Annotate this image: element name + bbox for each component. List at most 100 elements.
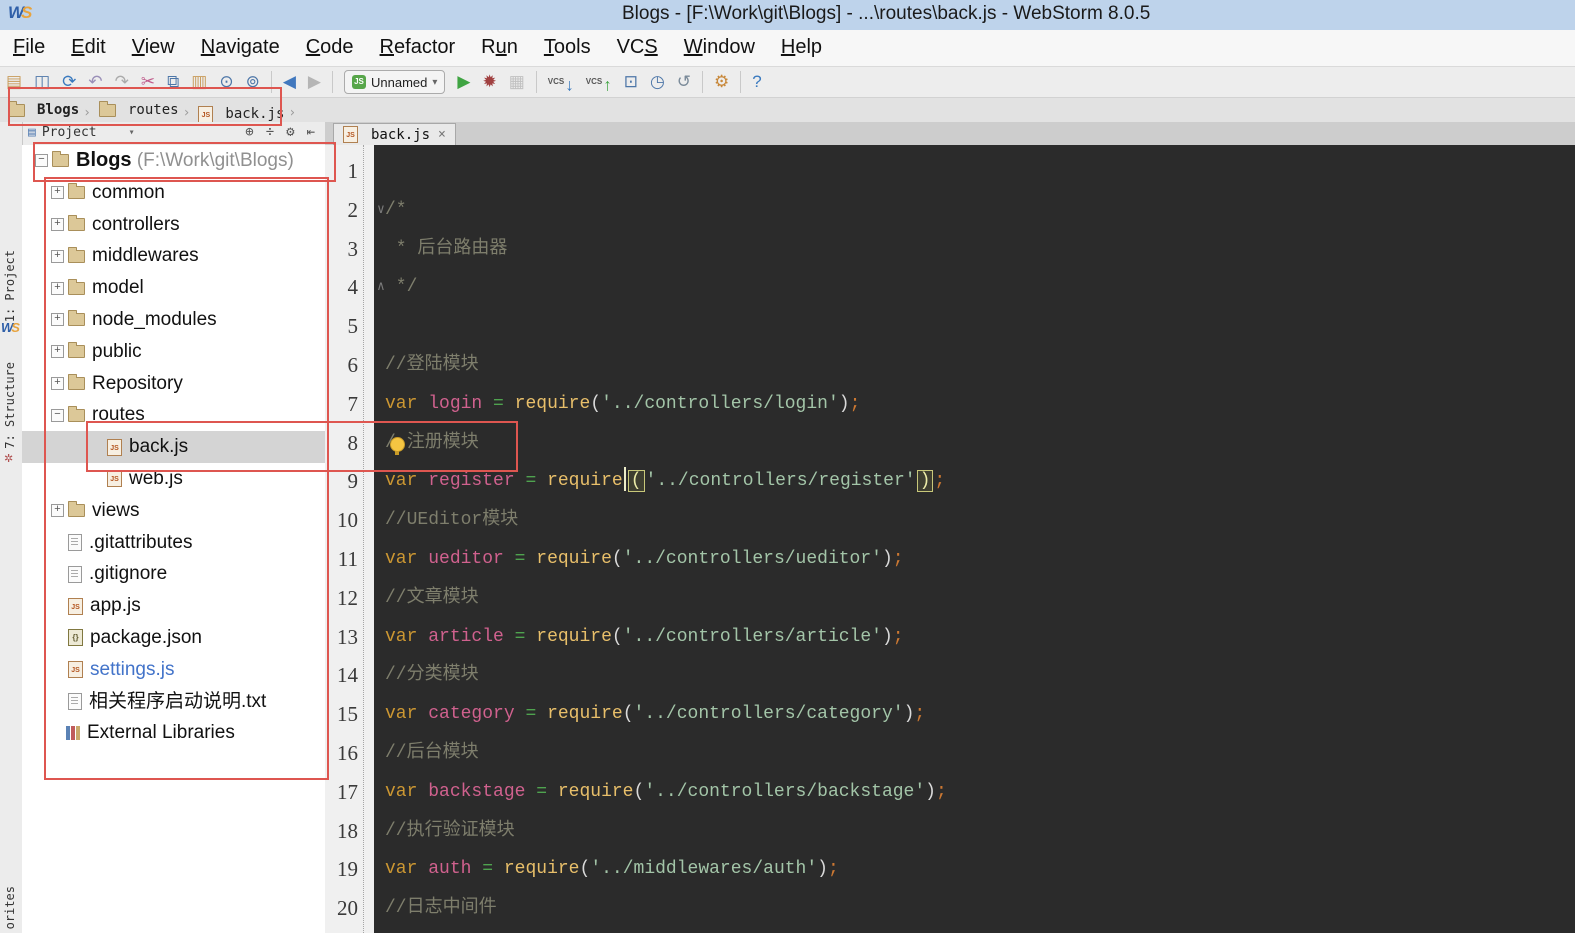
changes-icon[interactable]: ⊡ [618, 67, 644, 96]
folder-icon [68, 342, 85, 359]
tree-item-routes[interactable]: − routes [22, 399, 325, 431]
vcs-update-icon[interactable]: VCS↓ [542, 67, 580, 100]
tree-item-external-libraries[interactable]: External Libraries [22, 717, 325, 749]
project-panel-title[interactable]: ▤ Project ▾ [28, 125, 135, 140]
tree-item-settings.js[interactable]: JS settings.js [22, 654, 325, 686]
file-icon [68, 565, 82, 583]
hide-panel-icon[interactable]: ⇤ [301, 124, 321, 140]
tree-item-path: (F:\Work\git\Blogs) [131, 150, 294, 171]
copy-icon[interactable]: ⧉ [161, 67, 185, 96]
tree-item-public[interactable]: + public [22, 336, 325, 368]
run-configuration-select[interactable]: JS Unnamed ▾ [343, 70, 446, 94]
code-line: //文章模块 [385, 587, 479, 608]
collapse-all-icon[interactable]: ÷ [260, 124, 280, 140]
expand-icon[interactable]: + [51, 313, 64, 327]
tree-item-blogs[interactable]: − Blogs (F:\Work\git\Blogs) [22, 145, 325, 177]
lib-icon [66, 726, 80, 741]
undo-icon[interactable]: ↶ [82, 67, 108, 96]
collapse-icon[interactable]: − [51, 408, 64, 422]
tree-item--.txt[interactable]: 相关程序启动说明.txt [22, 686, 325, 718]
fold-marker-icon[interactable]: ∧ [377, 268, 385, 307]
run-icon[interactable]: ▶ [451, 67, 476, 96]
sync-icon[interactable]: ⟳ [56, 67, 82, 96]
tab-close-icon[interactable]: × [438, 127, 446, 142]
menu-item-tools[interactable]: Tools [531, 30, 604, 65]
breadcrumb-item-routes[interactable]: routes [91, 98, 183, 122]
tree-item-node_modules[interactable]: + node_modules [22, 304, 325, 336]
expand-icon[interactable]: + [51, 504, 64, 518]
code-line: //后台模块 [385, 742, 479, 763]
menu-item-run[interactable]: Run [468, 30, 531, 65]
intention-bulb-icon[interactable] [389, 437, 405, 456]
tree-item-middlewares[interactable]: + middlewares [22, 240, 325, 272]
tree-item-back.js[interactable]: JS back.js [22, 431, 325, 463]
tree-item-label: model [92, 277, 144, 299]
text-caret [623, 467, 626, 492]
tool-window-tab-structure[interactable]: 7: Structure [3, 362, 17, 449]
settings-gear-icon[interactable]: ⚙ [280, 124, 300, 140]
help-icon[interactable]: ? [746, 67, 767, 96]
history-icon[interactable]: ◷ [644, 67, 671, 96]
expand-icon[interactable]: + [51, 377, 64, 391]
tool-window-tab-project[interactable]: 1: Project [3, 250, 17, 322]
settings-wrench-icon[interactable]: ⚙ [708, 67, 735, 96]
locate-icon[interactable]: ⊕ [239, 124, 259, 140]
tool-window-tab-favorites[interactable]: orites [3, 886, 17, 929]
line-number: 5 [347, 314, 359, 339]
line-number: 6 [347, 352, 359, 377]
expand-icon[interactable]: + [51, 249, 64, 263]
find-icon[interactable]: ⊙ [213, 67, 239, 96]
breadcrumb-item-blogs[interactable]: Blogs [0, 98, 83, 122]
editor-tab-back-js[interactable]: JS back.js × [333, 123, 456, 145]
tree-item-.gitignore[interactable]: .gitignore [22, 558, 325, 590]
paste-icon[interactable]: ▥ [185, 67, 213, 96]
tree-item-package.json[interactable]: {} package.json [22, 622, 325, 654]
cut-icon[interactable]: ✂ [135, 67, 161, 96]
folder-icon [68, 501, 85, 518]
tree-item-.gitattributes[interactable]: .gitattributes [22, 527, 325, 559]
menu-item-file[interactable]: File [0, 30, 58, 65]
expand-icon[interactable]: + [51, 281, 64, 295]
menu-item-view[interactable]: View [119, 30, 188, 65]
line-number: 8 [347, 430, 359, 455]
expand-icon[interactable]: + [51, 345, 64, 359]
menu-item-edit[interactable]: Edit [58, 30, 118, 65]
tree-item-label: routes [92, 404, 145, 426]
menu-item-help[interactable]: Help [768, 30, 835, 65]
expand-icon[interactable]: + [51, 218, 64, 232]
tree-item-common[interactable]: + common [22, 177, 325, 209]
tree-item-label: back.js [129, 436, 189, 458]
menu-item-code[interactable]: Code [293, 30, 367, 65]
fold-marker-icon[interactable]: ∨ [377, 191, 385, 230]
chevron-down-icon: ▾ [432, 76, 438, 88]
menu-item-refactor[interactable]: Refactor [367, 30, 469, 65]
tree-item-app.js[interactable]: JS app.js [22, 590, 325, 622]
title-bar: WS Blogs - [F:\Work\git\Blogs] - ...\rou… [0, 0, 1575, 31]
save-all-icon[interactable]: ◫ [28, 67, 56, 96]
tree-item-repository[interactable]: + Repository [22, 368, 325, 400]
menu-item-window[interactable]: Window [671, 30, 768, 65]
expand-icon[interactable]: + [51, 186, 64, 200]
code-line: ∨/* [377, 191, 1575, 230]
tree-item-views[interactable]: + views [22, 495, 325, 527]
menu-item-vcs[interactable]: VCS [604, 30, 671, 65]
tree-item-web.js[interactable]: JS web.js [22, 463, 325, 495]
replace-icon[interactable]: ⊚ [240, 67, 266, 96]
rollback-icon[interactable]: ↺ [671, 67, 697, 96]
redo-icon[interactable]: ↷ [109, 67, 135, 96]
menu-item-navigate[interactable]: Navigate [188, 30, 293, 65]
coverage-icon[interactable]: ▦ [503, 67, 531, 96]
tree-item-controllers[interactable]: + controllers [22, 209, 325, 241]
vcs-commit-icon[interactable]: VCS↑ [580, 67, 618, 100]
breadcrumb: Blogs › routes › JS back.js › [0, 98, 1575, 123]
forward-icon[interactable]: ▶ [302, 67, 327, 96]
code-line: //UEditor模块 [385, 510, 519, 531]
webstorm-window: WS Blogs - [F:\Work\git\Blogs] - ...\rou… [0, 0, 1575, 933]
code-area[interactable]: ∨/* * 后台路由器 ∧ */ //登陆模块 var login = require… [374, 145, 1575, 933]
editor-tab-strip: JS back.js × [325, 122, 1575, 146]
tree-item-model[interactable]: + model [22, 272, 325, 304]
back-icon[interactable]: ◀ [277, 67, 302, 96]
collapse-icon[interactable]: − [35, 154, 48, 168]
debug-icon[interactable]: ✹ [476, 67, 502, 96]
open-folder-icon[interactable]: ▤ [0, 67, 28, 96]
